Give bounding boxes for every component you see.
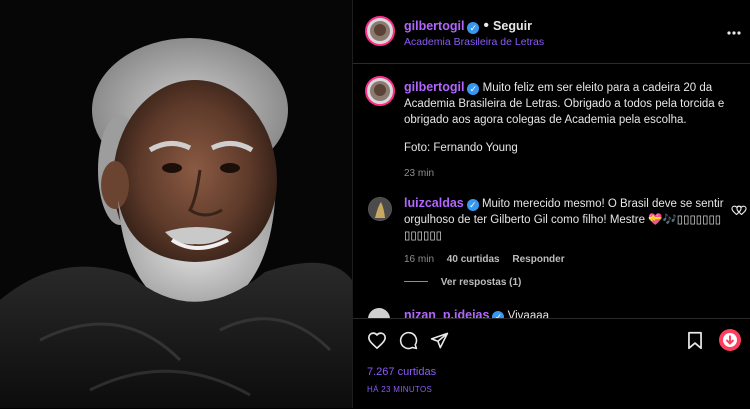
likes-count[interactable]: 7.267 curtidas: [367, 366, 436, 378]
verified-badge-icon: ✓: [466, 199, 479, 211]
verified-badge-icon: ✓: [467, 22, 480, 34]
heart-icon[interactable]: [367, 331, 387, 354]
comment: luizcaldas ✓ Muito merecido mesmo! O Bras…: [404, 195, 744, 288]
caption-text-line2: Academia Brasileira de Letras. Obrigado …: [404, 98, 725, 110]
caption-text-line1: Muito feliz em ser eleito para a cadeira…: [482, 82, 713, 94]
side-heart-icon[interactable]: [736, 202, 747, 220]
comment-time[interactable]: 16 min: [404, 254, 434, 265]
post-time[interactable]: 23 min: [404, 168, 744, 179]
reply-button[interactable]: Responder: [512, 254, 564, 265]
replies-line: [404, 281, 428, 282]
comment-avatar[interactable]: [368, 197, 392, 221]
comment-text-line2: orgulhoso de ter Gilberto Gil como filho…: [404, 214, 722, 226]
comment-icon[interactable]: [399, 331, 418, 355]
bookmark-icon[interactable]: [687, 331, 703, 355]
comment-partial: nizan_p.ideias ✓ Vivaaaa: [353, 302, 750, 318]
verified-badge-icon: ✓: [467, 83, 480, 95]
post-actions: 7.267 curtidas HÁ 23 MINUTOS: [353, 318, 750, 409]
comment-username[interactable]: luizcaldas: [404, 196, 464, 210]
post-caption: gilbertogil ✓ Muito feliz em ser eleito p…: [404, 79, 744, 179]
caption-text-line3: obrigado aos agora colegas de Academia p…: [404, 114, 687, 126]
portrait-image: [0, 0, 352, 408]
comment-text-line1: Muito merecido mesmo! O Brasil deve se s…: [481, 198, 724, 210]
post-photo[interactable]: [0, 0, 352, 408]
dot-separator: •: [483, 17, 490, 34]
more-icon[interactable]: [727, 22, 741, 40]
follow-button[interactable]: Seguir: [493, 19, 532, 33]
caption-avatar[interactable]: [365, 76, 395, 106]
username-link[interactable]: gilbertogil: [404, 19, 464, 33]
location-link[interactable]: Academia Brasileira de Letras: [404, 36, 544, 48]
verified-badge-icon: ✓: [492, 311, 505, 318]
download-icon[interactable]: [719, 329, 741, 351]
photo-credit: Foto: Fernando Young: [404, 142, 518, 154]
comment-avatar[interactable]: [368, 308, 390, 318]
post-timestamp[interactable]: HÁ 23 MINUTOS: [367, 385, 432, 394]
post-header: gilbertogil ✓ • Seguir Academia Brasileira …: [353, 0, 750, 64]
post-side-panel: gilbertogil ✓ • Seguir Academia Brasileira …: [352, 0, 750, 408]
comment-username[interactable]: nizan_p.ideias: [404, 308, 489, 318]
comment-text: Vivaaaa: [507, 310, 550, 318]
comment-likes[interactable]: 40 curtidas: [447, 254, 500, 265]
comment-text-line3: ▯▯▯▯▯▯: [404, 230, 442, 242]
avatar[interactable]: [365, 16, 395, 46]
share-icon[interactable]: [430, 331, 449, 355]
view-replies-button[interactable]: Ver respostas (1): [441, 277, 522, 288]
caption-username[interactable]: gilbertogil: [404, 80, 464, 94]
